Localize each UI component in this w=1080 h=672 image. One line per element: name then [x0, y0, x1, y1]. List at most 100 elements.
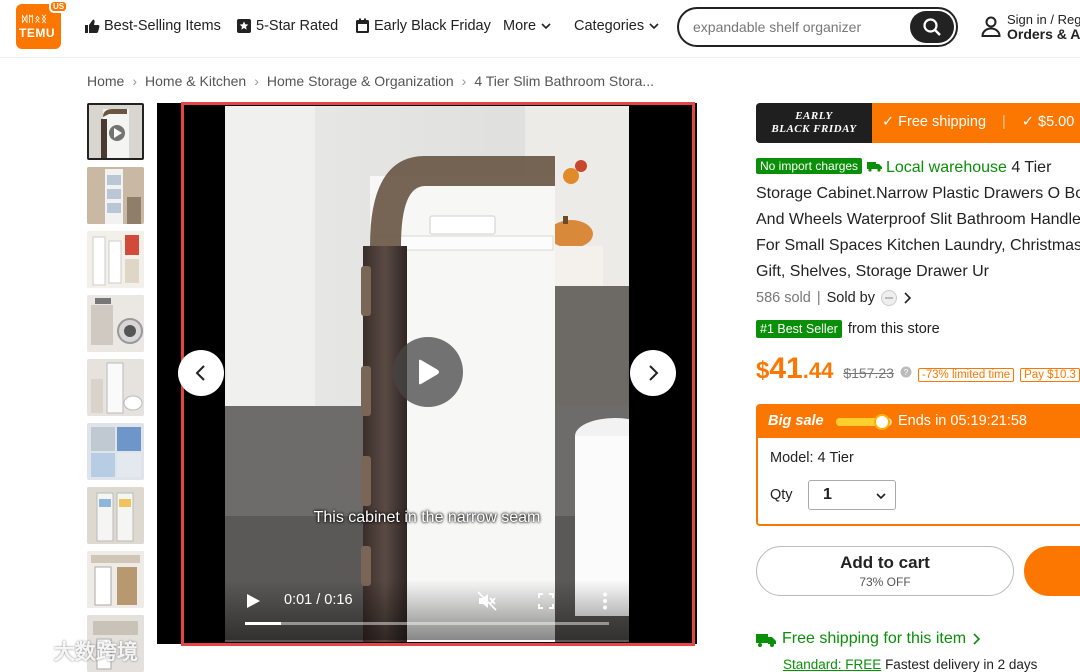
breadcrumb: Home › Home & Kitchen › Home Storage & O…	[87, 73, 654, 89]
nav-best-selling-label: Best-Selling Items	[104, 18, 221, 34]
big-sale-label: Big sale	[768, 413, 824, 429]
price-value: $41	[756, 352, 803, 386]
orders-label: Orders & A	[1007, 26, 1080, 42]
chevron-right-icon	[973, 633, 981, 645]
search-icon	[923, 18, 941, 36]
nav-categories[interactable]: Categories	[574, 18, 660, 34]
breadcrumb-separator: ›	[461, 73, 467, 89]
buy-now-button[interactable]	[1024, 546, 1080, 596]
best-seller-row: #1 Best Seller from this store	[756, 320, 940, 338]
play-icon[interactable]	[245, 593, 261, 609]
more-options-icon[interactable]	[602, 592, 608, 610]
calendar-icon	[356, 18, 369, 33]
event-line2: BLACK FRIDAY	[771, 123, 857, 135]
thumbnail-image[interactable]	[87, 423, 144, 480]
thumbnail-image[interactable]	[87, 231, 144, 288]
help-icon[interactable]: ?	[900, 366, 912, 378]
thumbnail-image[interactable]	[87, 295, 144, 352]
local-warehouse-label: Local warehouse	[885, 159, 1007, 176]
sale-box: Big sale Ends in 05:19:21:58 Model: 4 Ti…	[756, 404, 1080, 526]
free-shipping-row[interactable]: Free shipping for this item	[756, 630, 981, 648]
watermark: 大数跨境	[8, 636, 138, 666]
thumbnail-image[interactable]	[87, 487, 144, 544]
promo-divider: |	[1002, 114, 1006, 130]
fastest-delivery: Fastest delivery in 2 days	[885, 657, 1038, 672]
signin-label: Sign in / Reg	[1007, 12, 1080, 27]
breadcrumb-current: 4 Tier Slim Bathroom Stora...	[474, 73, 655, 89]
price-currency: $	[756, 357, 770, 384]
breadcrumb-item[interactable]: Home Storage & Organization	[267, 73, 454, 89]
thumbnail-image[interactable]	[87, 167, 144, 224]
chevron-down-icon	[876, 493, 886, 500]
sold-by-label: Sold by	[826, 290, 875, 306]
video-progress-fill	[245, 622, 282, 625]
watermark-logo-icon	[8, 642, 45, 660]
prev-media-button[interactable]	[178, 350, 224, 396]
model-selection[interactable]: Model: 4 Tier	[770, 450, 854, 466]
nav-best-selling[interactable]: Best-Selling Items	[84, 18, 221, 34]
nav-categories-label: Categories	[574, 18, 645, 34]
chevron-right-icon	[649, 365, 659, 381]
product-title-block: No import charges Local warehouse 4 Tier…	[756, 155, 1080, 285]
thumbnail-video[interactable]	[87, 103, 144, 160]
breadcrumb-separator: ›	[254, 73, 259, 89]
breadcrumb-item[interactable]: Home & Kitchen	[145, 73, 246, 89]
local-warehouse-tag: Local warehouse	[866, 159, 1012, 176]
free-shipping-label: ✓ Free shipping	[882, 114, 987, 130]
mute-icon[interactable]	[477, 591, 497, 611]
nav-early-black-friday[interactable]: Early Black Friday	[355, 18, 491, 34]
video-caption: This cabinet in the narrow seam	[313, 509, 541, 526]
sold-count: 586 sold	[756, 290, 811, 306]
search-input[interactable]	[693, 17, 913, 37]
video-progress-bar[interactable]	[245, 622, 609, 625]
no-import-badge: No import charges	[756, 158, 863, 174]
price-integer: 41	[769, 352, 803, 385]
fullscreen-icon[interactable]	[538, 593, 554, 609]
promo-banner: EARLY BLACK FRIDAY ✓ Free shipping | ✓ $…	[756, 103, 1080, 143]
divider: |	[816, 290, 821, 306]
nav-early-bf-label: Early Black Friday	[374, 18, 491, 34]
clock-icon	[874, 414, 890, 430]
nav-more[interactable]: More	[503, 18, 552, 34]
add-to-cart-button[interactable]: Add to cart 73% OFF	[756, 546, 1014, 596]
quantity-value: 1	[823, 486, 832, 503]
search-button[interactable]	[910, 11, 954, 43]
add-to-cart-discount: 73% OFF	[859, 575, 911, 589]
sales-info: 586 sold | Sold by	[756, 290, 911, 306]
play-icon	[419, 359, 439, 385]
temu-logo[interactable]: ᛞᛖᛟᛝ TEMU US	[16, 0, 69, 49]
video-controls	[225, 580, 629, 640]
chevron-left-icon	[195, 365, 205, 381]
event-badge: EARLY BLACK FRIDAY	[756, 103, 872, 143]
region-badge: US	[49, 0, 69, 13]
chevron-down-icon	[649, 23, 659, 30]
sale-header: Big sale Ends in 05:19:21:58	[758, 406, 1080, 438]
user-icon	[981, 16, 1001, 37]
standard-shipping: Standard: FREE Fastest delivery in 2 day…	[783, 657, 1037, 672]
add-to-cart-label: Add to cart	[840, 553, 930, 572]
thumbs-up-icon	[85, 19, 100, 33]
best-seller-badge: #1 Best Seller	[756, 320, 842, 338]
thumbnail-image[interactable]	[87, 551, 144, 608]
svg-text:?: ?	[904, 368, 909, 377]
chevron-right-icon[interactable]	[903, 292, 911, 304]
credit-label: ✓ $5.00	[1021, 114, 1075, 130]
nav-five-star[interactable]: 5-Star Rated	[236, 18, 338, 34]
watermark-text: 大数跨境	[53, 641, 138, 664]
quantity-select[interactable]: 1	[808, 480, 896, 510]
top-header: ᛞᛖᛟᛝ TEMU US Best-Selling Items 5-Star R…	[0, 0, 1080, 58]
truck-icon	[866, 162, 882, 172]
price-decimal: .44	[802, 358, 834, 383]
next-media-button[interactable]	[630, 350, 676, 396]
video-time: 0:01 / 0:16	[284, 592, 353, 608]
play-overlay-button[interactable]	[393, 337, 463, 407]
logo-glyphs: ᛞᛖᛟᛝ	[22, 14, 48, 24]
free-shipping-line: Free shipping for this item	[782, 630, 967, 647]
breadcrumb-item[interactable]: Home	[87, 73, 124, 89]
search-bar	[677, 7, 958, 47]
store-avatar-icon[interactable]	[880, 290, 897, 306]
nav-five-star-label: 5-Star Rated	[256, 18, 339, 34]
thumbnail-image[interactable]	[87, 359, 144, 416]
best-seller-suffix: from this store	[847, 321, 940, 337]
product-title: 4 Tier Storage Cabinet.Narrow Plastic Dr…	[756, 159, 1080, 280]
